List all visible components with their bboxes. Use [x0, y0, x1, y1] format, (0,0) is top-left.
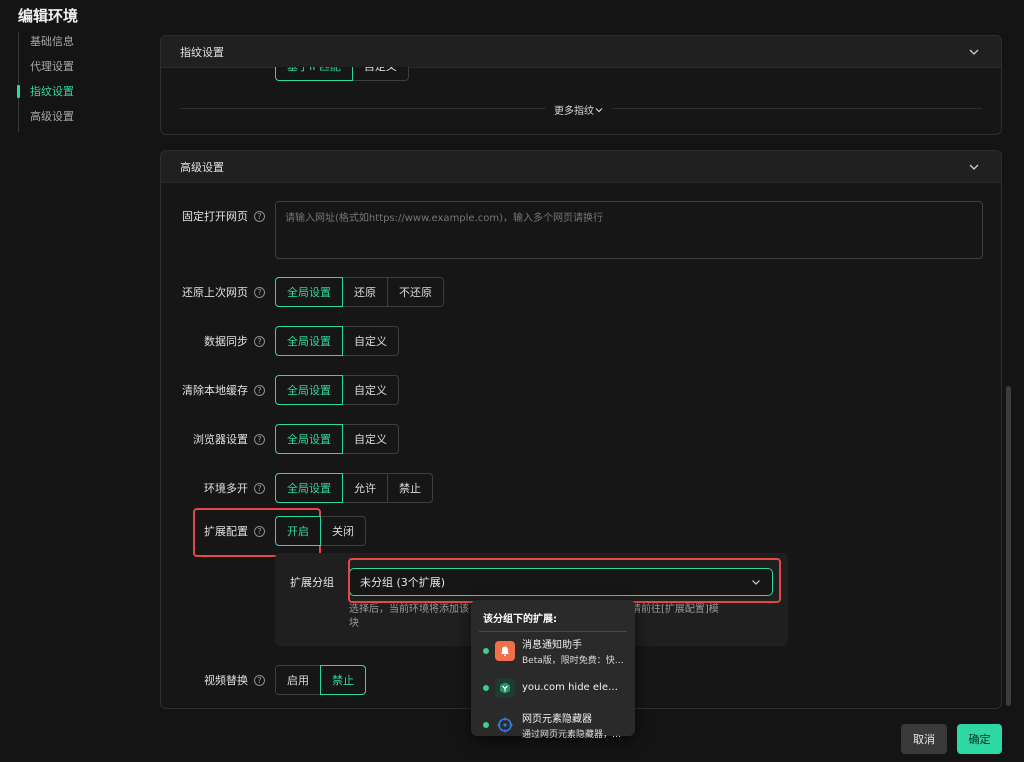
extension-config-seg: 开启 关闭: [275, 516, 366, 546]
confirm-button[interactable]: 确定: [957, 724, 1002, 754]
page-title: 编辑环境: [18, 7, 79, 25]
status-dot: [483, 647, 489, 654]
multi-open-opt-allow[interactable]: 允许: [342, 473, 388, 503]
hint-left: 选择后，当前环境将添加该: [349, 604, 469, 615]
help-icon[interactable]: ?: [254, 525, 265, 537]
restore-page-label-text: 还原上次网页: [182, 286, 248, 299]
chevron-down-icon[interactable]: [967, 160, 981, 174]
data-sync-label: 数据同步?: [145, 326, 265, 356]
clear-cache-label: 清除本地缓存?: [145, 375, 265, 405]
extension-group-value: 未分组 (3个扩展): [360, 576, 446, 589]
fingerprint-opt-custom[interactable]: 自定义: [351, 67, 409, 81]
advanced-card-title: 高级设置: [180, 160, 224, 174]
help-icon[interactable]: ?: [254, 210, 265, 222]
fingerprint-partial-row: 基于IP匹配 自定义: [160, 67, 1002, 81]
clear-cache-opt-global[interactable]: 全局设置: [275, 375, 343, 405]
restore-page-seg: 全局设置 还原 不还原: [275, 277, 444, 307]
extension-name: 网页元素隐藏器: [522, 713, 592, 725]
extension-config-label: 扩展配置?: [145, 516, 265, 546]
multi-open-seg: 全局设置 允许 禁止: [275, 473, 433, 503]
bell-icon: [495, 640, 515, 661]
video-replace-opt-enable[interactable]: 启用: [275, 665, 321, 695]
hint-line2: 块: [349, 618, 359, 629]
fingerprint-opt-ip[interactable]: 基于IP匹配: [275, 67, 353, 81]
restore-page-opt-none[interactable]: 不还原: [387, 277, 444, 307]
scrollbar[interactable]: [1006, 386, 1011, 706]
extension-desc: 通过网页元素隐藏器，隐藏不想看到的元素: [522, 729, 626, 740]
video-replace-seg: 启用 禁止: [275, 665, 366, 695]
advanced-card-header[interactable]: 高级设置: [161, 151, 1001, 183]
fingerprint-partial-seg: 基于IP匹配 自定义: [275, 67, 409, 81]
data-sync-label-text: 数据同步: [204, 335, 248, 348]
chevron-down-icon: [595, 107, 603, 112]
data-sync-seg: 全局设置 自定义: [275, 326, 399, 356]
popover-title: 该分组下的扩展:: [479, 608, 627, 632]
list-item[interactable]: 网页元素隐藏器 通过网页元素隐藏器，隐藏不想看到的元素: [479, 706, 627, 743]
chevron-down-icon[interactable]: [967, 45, 981, 59]
cube-icon: [495, 677, 515, 698]
extension-config-opt-on[interactable]: 开启: [275, 516, 321, 546]
help-icon[interactable]: ?: [254, 384, 265, 396]
help-icon[interactable]: ?: [254, 335, 265, 347]
nav-item-proxy[interactable]: 代理设置: [19, 57, 74, 82]
extension-name: you.com hide elements: [522, 682, 626, 693]
fixed-page-label-text: 固定打开网页: [182, 210, 248, 223]
extension-config-label-text: 扩展配置: [204, 525, 248, 538]
status-dot: [483, 721, 489, 728]
clear-cache-seg: 全局设置 自定义: [275, 375, 399, 405]
extension-name: 消息通知助手: [522, 639, 582, 651]
help-icon[interactable]: ?: [254, 286, 265, 298]
side-nav: 基础信息 代理设置 指纹设置 高级设置: [17, 32, 74, 132]
cancel-button[interactable]: 取消: [901, 724, 947, 754]
fixed-page-label: 固定打开网页?: [145, 201, 265, 231]
clear-cache-label-text: 清除本地缓存: [182, 384, 248, 397]
video-replace-opt-forbid[interactable]: 禁止: [320, 665, 366, 695]
fingerprint-card-title: 指纹设置: [180, 45, 224, 59]
restore-page-opt-restore[interactable]: 还原: [342, 277, 388, 307]
browser-settings-opt-custom[interactable]: 自定义: [342, 424, 399, 454]
video-replace-label-text: 视频替换: [204, 674, 248, 687]
extension-desc: Beta版，限时免费：快速查看消息通知: [522, 655, 626, 666]
extension-config-opt-off[interactable]: 关闭: [320, 516, 366, 546]
target-icon: [495, 715, 515, 735]
multi-open-opt-global[interactable]: 全局设置: [275, 473, 343, 503]
more-fingerprint-link[interactable]: 更多指纹: [546, 102, 612, 117]
extension-list-popover: 该分组下的扩展: 消息通知助手 Beta版，限时免费：快速查看消息通知 you.…: [471, 600, 635, 740]
nav-item-advanced[interactable]: 高级设置: [19, 107, 74, 132]
chevron-down-icon: [752, 580, 760, 585]
browser-settings-label-text: 浏览器设置: [193, 433, 248, 446]
browser-settings-label: 浏览器设置?: [145, 424, 265, 454]
extension-group-select[interactable]: 未分组 (3个扩展): [349, 568, 773, 596]
nav-item-basic[interactable]: 基础信息: [19, 32, 74, 57]
fixed-page-input[interactable]: [275, 201, 983, 259]
browser-settings-opt-global[interactable]: 全局设置: [275, 424, 343, 454]
restore-page-opt-global[interactable]: 全局设置: [275, 277, 343, 307]
browser-settings-seg: 全局设置 自定义: [275, 424, 399, 454]
help-icon[interactable]: ?: [254, 433, 265, 445]
video-replace-label: 视频替换?: [145, 665, 265, 695]
multi-open-label-text: 环境多开: [204, 482, 248, 495]
data-sync-opt-custom[interactable]: 自定义: [342, 326, 399, 356]
data-sync-opt-global[interactable]: 全局设置: [275, 326, 343, 356]
multi-open-opt-forbid[interactable]: 禁止: [387, 473, 433, 503]
help-icon[interactable]: ?: [254, 674, 265, 686]
nav-item-fingerprint[interactable]: 指纹设置: [17, 82, 74, 107]
help-icon[interactable]: ?: [254, 482, 265, 494]
list-item[interactable]: 消息通知助手 Beta版，限时免费：快速查看消息通知: [479, 632, 627, 669]
list-item[interactable]: you.com hide elements: [479, 669, 627, 706]
clear-cache-opt-custom[interactable]: 自定义: [342, 375, 399, 405]
more-fingerprint-label: 更多指纹: [554, 106, 594, 117]
multi-open-label: 环境多开?: [145, 473, 265, 503]
fingerprint-card: 指纹设置: [160, 35, 1002, 135]
status-dot: [483, 684, 489, 691]
restore-page-label: 还原上次网页?: [145, 277, 265, 307]
fingerprint-card-header[interactable]: 指纹设置: [161, 36, 1001, 68]
extension-group-label: 扩展分组: [290, 576, 334, 589]
